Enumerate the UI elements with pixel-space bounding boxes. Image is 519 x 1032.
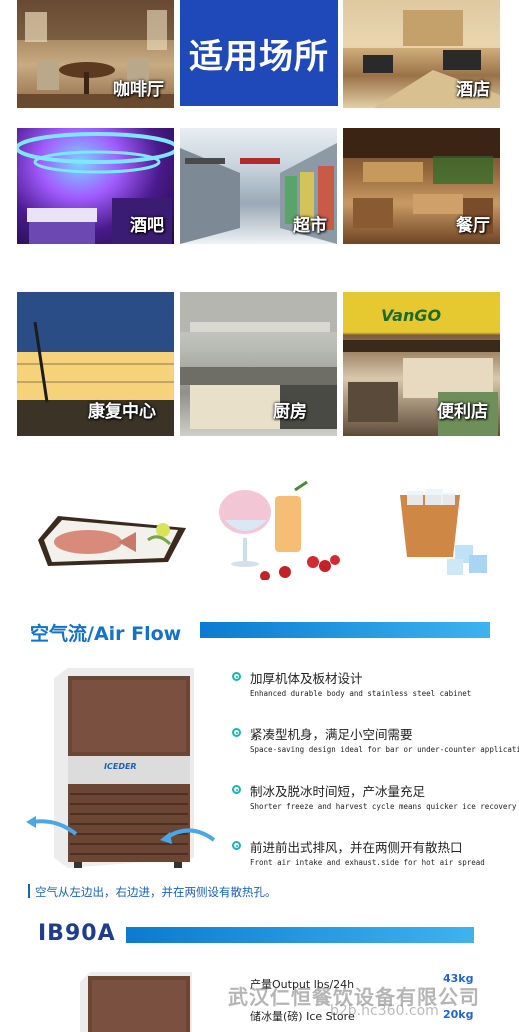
model-name: IB90A — [38, 921, 116, 946]
label-convenience: 便利店 — [437, 402, 488, 422]
fish-plate-icon — [38, 516, 186, 566]
label-rehab: 康复中心 — [88, 402, 156, 422]
bar-photo: 酒吧 — [17, 128, 174, 244]
airflow-note: 空气从左边出，右边进，并在两侧设有散热孔。 — [35, 885, 277, 899]
note-marker — [28, 884, 30, 898]
venues-title-box: 适用场所 — [180, 0, 338, 106]
machine-brand: ICEDER — [104, 762, 137, 771]
feature-zh: 加厚机体及板材设计 — [250, 671, 363, 686]
rehab-center-photo: 康复中心 — [17, 292, 174, 436]
model-title-bar — [126, 927, 474, 943]
airflow-title-bar — [200, 622, 490, 638]
restaurant-photo: 餐厅 — [343, 128, 500, 244]
air-out-arrow-icon — [26, 816, 78, 836]
feature-en: Space-saving design ideal for bar or und… — [250, 745, 519, 754]
feature-zh: 制冰及脱冰时间短，产冰量充足 — [250, 784, 426, 799]
feature-en: Front air intake and exhaust.side for ho… — [250, 858, 485, 867]
feature-en: Enhanced durable body and stainless stee… — [250, 689, 472, 698]
label-bar: 酒吧 — [130, 216, 164, 236]
feature-zh: 紧凑型机身，满足小空间需要 — [250, 727, 413, 742]
convenience-store-photo: VanGO 便利店 — [343, 292, 500, 436]
bullet-icon — [232, 841, 241, 850]
label-restaurant: 餐厅 — [456, 216, 490, 236]
shaved-ice-dessert-icon — [219, 480, 340, 580]
airflow-title: 空气流/Air Flow — [30, 623, 182, 645]
bullet-icon — [232, 672, 241, 681]
label-cafe: 咖啡厅 — [113, 80, 164, 100]
air-in-arrow-icon — [160, 828, 216, 844]
bullet-icon — [232, 728, 241, 737]
iced-tea-glass-icon — [400, 489, 487, 575]
supermarket-photo: 超市 — [180, 128, 337, 244]
kitchen-photo: 厨房 — [180, 292, 337, 436]
label-hotel: 酒店 — [456, 80, 490, 100]
bullet-icon — [232, 785, 241, 794]
ib90a-machine-image — [80, 972, 192, 1032]
feature-en: Shorter freeze and harvest cycle means q… — [250, 802, 517, 811]
hotel-photo: 酒店 — [343, 0, 500, 108]
cafe-photo: 咖啡厅 — [17, 0, 174, 108]
kitchen-counter-icon — [180, 292, 337, 429]
watermark-site: b2b.hc360.com — [330, 1003, 439, 1019]
label-supermarket: 超市 — [293, 216, 327, 236]
venues-title: 适用场所 — [189, 36, 329, 77]
label-kitchen: 厨房 — [273, 402, 307, 422]
feature-zh: 前进前出式排风，并在两侧开有散热口 — [250, 840, 463, 855]
